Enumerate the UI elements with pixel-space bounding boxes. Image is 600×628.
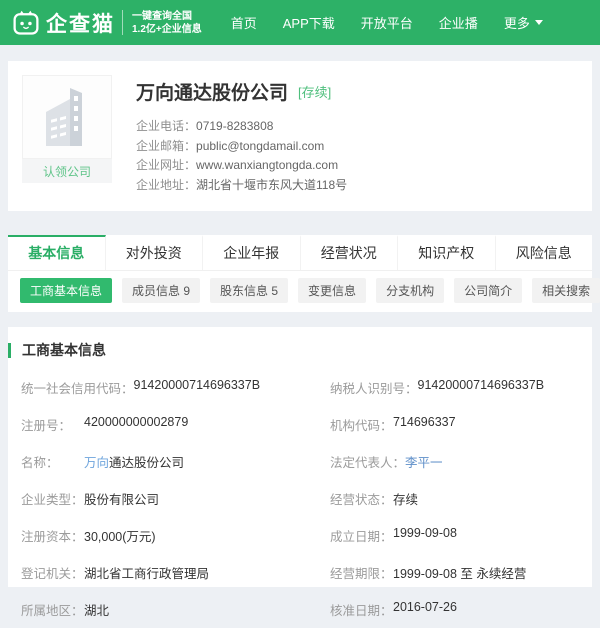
main-tabs: 基本信息 对外投资 企业年报 经营状况 知识产权 风险信息 [8, 235, 592, 271]
logo-divider [122, 10, 123, 35]
company-media: 认领公司 [22, 75, 112, 195]
subtab-business-basic-info[interactable]: 工商基本信息 [20, 278, 113, 303]
field-label: 名称： [21, 456, 59, 470]
field-label: 注册资本： [21, 530, 84, 544]
table-row: 所属地区： 湖北 核准日期： 2016-07-26 [8, 591, 592, 628]
tab-risk-info[interactable]: 风险信息 [496, 235, 593, 270]
section-accent-bar [8, 342, 11, 358]
nav-app-download[interactable]: APP下载 [270, 0, 348, 45]
nav-company-broadcast[interactable]: 企业播 [426, 0, 491, 45]
company-website[interactable]: 企业网址：www.wanxiangtongda.com [136, 156, 347, 176]
subtab-members[interactable]: 成员信息 9 [122, 278, 201, 303]
site-name: 企查猫 [46, 12, 115, 36]
field-label: 机构代码： [330, 419, 393, 433]
field-value: 股份有限公司 [84, 493, 160, 507]
sub-tabs: 工商基本信息 成员信息 9 股东信息 5 变更信息 分支机构 公司简介 相关搜索 [8, 271, 600, 312]
subtab-related-search[interactable]: 相关搜索 [532, 278, 600, 303]
company-main: 万向通达股份公司 [存续] 企业电话：0719-8283808 企业邮箱：pub… [136, 75, 347, 195]
field-value: 1999-09-08 至 永续经营 [393, 567, 527, 581]
table-row: 登记机关： 湖北省工商行政管理局 经营期限： 1999-09-08 至 永续经营 [8, 554, 592, 591]
field-label: 成立日期： [330, 530, 393, 544]
nav-open-platform[interactable]: 开放平台 [348, 0, 426, 45]
table-row: 统一社会信用代码： 91420000714696337B 纳税人识别号： 91420… [8, 369, 592, 406]
field-value: 420000000002879 [84, 415, 189, 429]
business-info-table: 统一社会信用代码： 91420000714696337B 纳税人识别号： 91420… [8, 369, 592, 628]
company-name: 万向通达股份公司 [136, 83, 289, 104]
tab-annual-report[interactable]: 企业年报 [203, 235, 301, 270]
site-logo[interactable]: 企查猫 [12, 8, 115, 38]
company-status-badge: [存续] [298, 85, 332, 100]
company-summary-card: 认领公司 万向通达股份公司 [存续] 企业电话：0719-8283808 企业邮… [8, 61, 592, 211]
field-label: 纳税人识别号： [330, 382, 418, 396]
field-label: 登记机关： [21, 567, 84, 581]
table-row: 注册资本： 30,000(万元) 成立日期： 1999-09-08 [8, 517, 592, 554]
section-title: 工商基本信息 [22, 342, 106, 358]
field-value: 30,000(万元) [84, 530, 156, 544]
field-value: 万向通达股份公司 [84, 456, 185, 470]
tab-outbound-investment[interactable]: 对外投资 [106, 235, 203, 270]
top-navbar: 企查猫 一键查询全国 1.2亿+企业信息 首页 APP下载 开放平台 企业播 更… [0, 0, 600, 45]
business-info-card: 工商基本信息 统一社会信用代码： 91420000714696337B 纳税人识别… [8, 327, 592, 618]
tabs-card: 基本信息 对外投资 企业年报 经营状况 知识产权 风险信息 工商基本信息 成员信… [8, 235, 600, 312]
field-value: 714696337 [393, 415, 456, 429]
table-row: 企业类型： 股份有限公司 经营状态： 存续 [8, 480, 592, 517]
subtab-branches[interactable]: 分支机构 [376, 278, 445, 303]
table-row: 注册号： 420000000002879 机构代码： 714696337 [8, 406, 592, 443]
subtab-changes[interactable]: 变更信息 [298, 278, 367, 303]
nav-more[interactable]: 更多 [491, 0, 556, 45]
company-address: 企业地址：湖北省十堰市东风大道118号 [136, 177, 348, 192]
site-tagline: 一键查询全国 1.2亿+企业信息 [132, 10, 202, 35]
field-value: 1999-09-08 [393, 526, 457, 540]
section-header: 工商基本信息 [8, 340, 592, 360]
field-value: 91420000714696337B [133, 378, 261, 392]
field-label: 注册号： [21, 419, 72, 433]
field-label: 所属地区： [21, 604, 84, 618]
keyword-highlight: 万向 [84, 456, 110, 470]
field-value: 91420000714696337B [417, 378, 545, 392]
tab-intellectual-property[interactable]: 知识产权 [398, 235, 496, 270]
cat-logo-icon [12, 9, 40, 37]
tab-operating-status[interactable]: 经营状况 [301, 235, 398, 270]
subtab-company-profile[interactable]: 公司简介 [454, 278, 523, 303]
company-email: 企业邮箱：public@tongdamail.com [136, 138, 325, 153]
tab-basic-info[interactable]: 基本信息 [8, 235, 106, 270]
field-label: 法定代表人： [330, 456, 406, 470]
main-nav: 首页 APP下载 开放平台 企业播 更多 [218, 0, 556, 45]
field-value: 存续 [393, 493, 419, 507]
field-value: 湖北 [84, 604, 110, 618]
field-value: 湖北省工商行政管理局 [84, 567, 210, 581]
field-label: 核准日期： [330, 604, 393, 618]
field-label: 统一社会信用代码： [21, 382, 134, 396]
chevron-down-icon [534, 20, 543, 25]
company-contact-info: 企业电话：0719-8283808 企业邮箱：public@tongdamail… [136, 117, 347, 195]
nav-home[interactable]: 首页 [218, 0, 270, 45]
legal-representative-link[interactable]: 李平一 [405, 452, 443, 471]
field-label: 经营状态： [330, 493, 393, 507]
table-row: 名称： 万向通达股份公司 法定代表人： 李平一 [8, 443, 592, 480]
field-value: 2016-07-26 [393, 600, 457, 614]
claim-company-button[interactable]: 认领公司 [22, 159, 112, 183]
subtab-shareholders[interactable]: 股东信息 5 [210, 278, 289, 303]
company-phone: 企业电话：0719-8283808 [136, 119, 274, 133]
building-placeholder-icon [22, 75, 112, 159]
field-label: 经营期限： [330, 567, 393, 581]
field-label: 企业类型： [21, 493, 84, 507]
